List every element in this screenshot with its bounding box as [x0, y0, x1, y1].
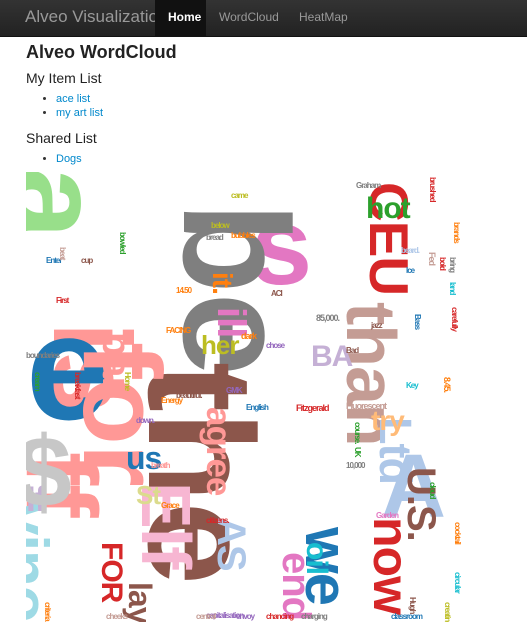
cloud-word: beat [58, 247, 67, 260]
item-link-my-art-list[interactable]: my art list [56, 107, 103, 119]
item-link-dogs[interactable]: Dogs [56, 153, 82, 165]
nav-heatmap[interactable]: HeatMap [286, 0, 356, 36]
cloud-word: came [231, 191, 248, 200]
cloud-word: bubbles [231, 231, 256, 240]
cloud-word: AS [209, 517, 253, 571]
cloud-word: envoy [236, 612, 255, 621]
cloud-word: criteria [43, 602, 52, 621]
cloud-word: GMK [226, 386, 243, 395]
cloud-word: FOR [95, 542, 128, 603]
cloud-word: Ice [406, 266, 415, 275]
cloud-word: 8.45. [442, 377, 452, 393]
cloud-word: Grace [161, 501, 180, 510]
cloud-word: $ [26, 416, 72, 528]
cloud-word: English [246, 403, 269, 412]
cloud-word: citizens. [206, 516, 230, 525]
cloud-word: a [26, 172, 129, 238]
cloud-word: jazz [371, 321, 383, 330]
cloud-word: breakfast [73, 372, 82, 399]
cloud-word: Garden [376, 511, 399, 520]
cloud-word: FACING [166, 326, 191, 335]
cloud-word: cream [33, 372, 42, 391]
item-link-ace-list[interactable]: ace list [56, 93, 90, 105]
brand[interactable]: Alveo Visualization [25, 7, 167, 27]
list-item: ace list [56, 92, 103, 106]
cloud-word: try [371, 405, 405, 436]
cloud-word: carefully [450, 307, 459, 331]
list-item: my art list [56, 106, 103, 120]
cloud-word: Fluorescent [346, 401, 387, 411]
nav-home[interactable]: Home [155, 0, 206, 36]
cloud-word: down. [136, 416, 155, 425]
cloud-word: Fed [427, 252, 437, 266]
cloud-word: breath [151, 461, 170, 470]
cloud-word: bowled [118, 232, 127, 254]
cloud-word: central [196, 612, 216, 621]
cloud-word: brushed [428, 177, 437, 202]
cloud-word: Bass [413, 314, 422, 330]
cloud-word: cup [81, 256, 93, 265]
cloud-word: chancing [266, 612, 294, 621]
cloud-word: U.S. [399, 467, 443, 541]
cloud-word: 10,000 [346, 461, 365, 470]
cloud-word: lay [122, 582, 158, 622]
cloud-word: circular [453, 572, 462, 593]
cloud-word: chose [266, 341, 285, 350]
cloud-word: agree [199, 407, 238, 496]
cloud-word: Energy [161, 396, 183, 405]
cloud-word: Key [406, 381, 419, 390]
cloud-word: Graham [356, 181, 381, 190]
cloud-word: bold [438, 257, 447, 270]
cloud-word: it. [207, 272, 238, 294]
cloud-word: Home [123, 372, 132, 391]
cloud-word: ACI [271, 289, 283, 298]
cloud-word: cocktail [453, 522, 462, 544]
cloud-word: bread [206, 233, 224, 242]
cloud-word: Hugh [408, 597, 417, 614]
shared-list: Dogs [40, 152, 82, 166]
cloud-word: bring [448, 257, 457, 272]
cloud-word: course. [353, 422, 362, 444]
cloud-word: UK [353, 447, 362, 457]
cloud-word: charging [301, 612, 328, 621]
cloud-word: First [56, 296, 69, 305]
my-item-list: ace list my art list [40, 92, 103, 120]
cloud-word: 14.50 [176, 286, 192, 295]
word-cloud: ofaisesbetheforthanCEUAwenowLtdfeffElfho… [26, 172, 470, 622]
shared-list-heading: Shared List [26, 130, 97, 146]
cloud-word: end [274, 552, 318, 621]
cloud-word: Fitzgerald [296, 403, 330, 413]
cloud-word: land [448, 282, 457, 295]
cloud-word: Bad [346, 346, 359, 355]
my-item-list-heading: My Item List [26, 70, 102, 86]
list-item: Dogs [56, 152, 82, 166]
cloud-word: cloud [428, 482, 437, 499]
cloud-word: beard. [401, 246, 420, 255]
cloud-word: 9.50. [241, 421, 255, 430]
cloud-word: St [136, 480, 161, 510]
cloud-word: dark [241, 331, 257, 341]
cloud-word: boundaries [26, 351, 60, 360]
navbar: Alveo Visualization Home WordCloud HeatM… [0, 0, 527, 37]
cloud-word: creating [443, 602, 452, 622]
cloud-word: below [211, 221, 230, 230]
nav-wordcloud[interactable]: WordCloud [206, 0, 286, 36]
cloud-word: cheeks [106, 612, 128, 621]
cloud-word: brands [452, 222, 461, 243]
cloud-word: 85,000. [316, 313, 340, 323]
cloud-word: hot [366, 192, 411, 225]
cloud-word: classroom [391, 612, 423, 621]
page-title: Alveo WordCloud [26, 42, 177, 62]
